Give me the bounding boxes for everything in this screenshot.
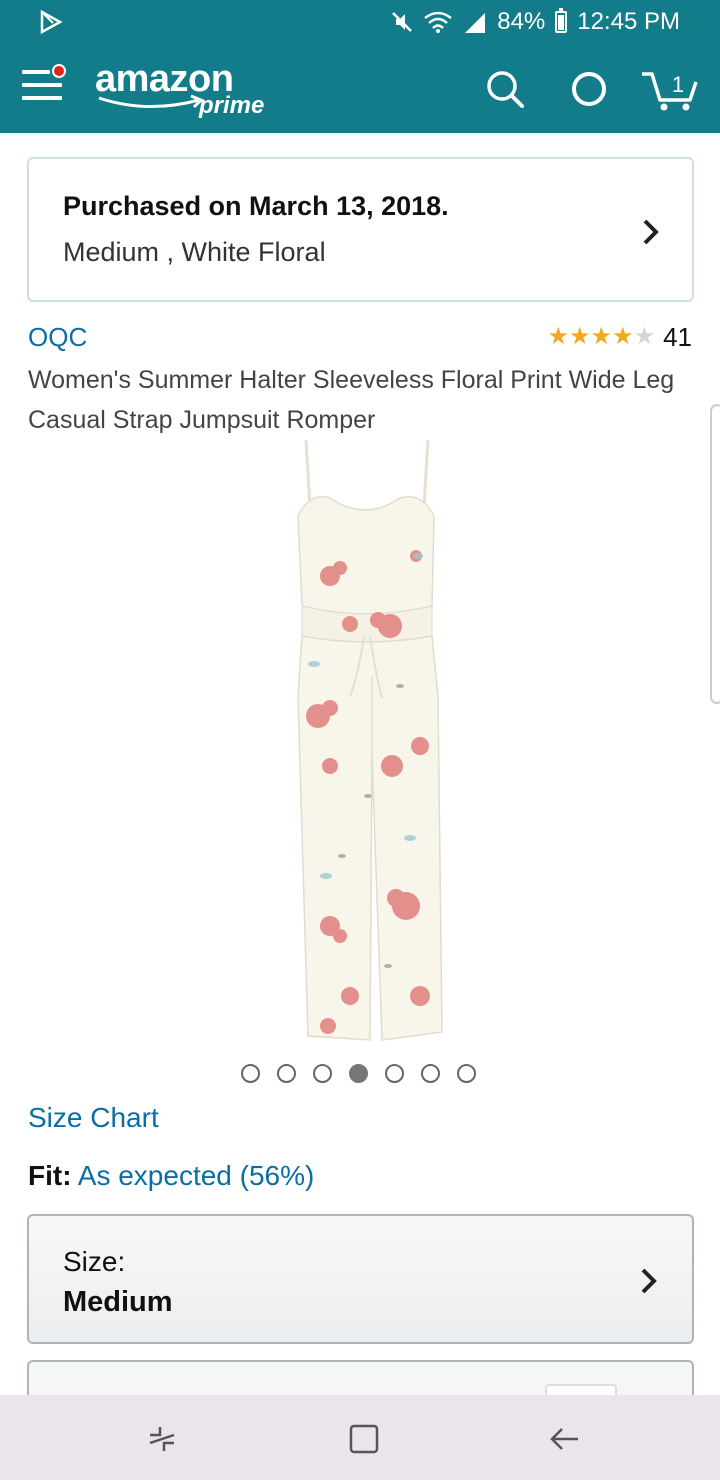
battery-icon [555, 8, 568, 33]
signal-icon [465, 13, 486, 33]
cart-icon[interactable]: 1 [638, 66, 702, 112]
clock: 12:45 PM [577, 8, 680, 35]
wifi-icon [424, 11, 452, 33]
carousel-dot[interactable] [313, 1064, 332, 1083]
back-icon[interactable] [544, 1419, 584, 1459]
cart-count: 1 [672, 72, 684, 97]
product-image[interactable] [270, 436, 460, 1048]
purchase-variant: Medium , White Floral [63, 237, 326, 267]
size-chart-link[interactable]: Size Chart [28, 1102, 159, 1134]
chevron-right-icon [643, 219, 659, 245]
rating[interactable]: ★ ★ ★ ★ ★ 41 [548, 322, 693, 352]
star-icon: ★ [612, 323, 634, 350]
size-selector[interactable]: Size: Medium [27, 1214, 694, 1344]
product-title: Women's Summer Halter Sleeveless Floral … [28, 366, 675, 434]
system-nav-bar [0, 1395, 720, 1480]
image-carousel-indicator[interactable] [241, 1064, 476, 1084]
carousel-dot[interactable] [277, 1064, 296, 1083]
carousel-dot[interactable] [385, 1064, 404, 1083]
brand-link[interactable]: OQC [28, 322, 87, 353]
search-icon[interactable] [482, 66, 528, 112]
home-icon[interactable] [344, 1419, 384, 1459]
scroll-handle[interactable] [710, 404, 720, 704]
star-rating: ★ ★ ★ ★ ★ [548, 325, 656, 349]
status-bar: 84% 12:45 PM [0, 0, 720, 44]
size-label: Size: [63, 1246, 126, 1277]
carousel-dot[interactable] [457, 1064, 476, 1083]
recent-apps-icon[interactable] [142, 1419, 182, 1459]
alexa-icon[interactable] [566, 66, 612, 112]
review-count: 41 [663, 321, 692, 352]
star-icon: ★ [547, 323, 570, 350]
carousel-dot-active[interactable] [349, 1064, 368, 1083]
purchase-history-card[interactable]: Purchased on March 13, 2018. Medium , Wh… [27, 157, 694, 302]
fit-info: Fit: As expected (56%) [28, 1160, 314, 1192]
carousel-dot[interactable] [241, 1064, 260, 1083]
battery-percent: 84% [497, 8, 546, 35]
amazon-prime-logo[interactable]: amazon prime [95, 58, 285, 122]
size-value: Medium [63, 1286, 173, 1318]
fit-value-link[interactable]: As expected (56%) [78, 1160, 315, 1191]
app-header: amazon prime 1 [0, 44, 720, 133]
smile-arrow-icon [98, 94, 204, 109]
notification-dot [52, 64, 66, 78]
purchase-date: Purchased on March 13, 2018. [63, 191, 449, 221]
mute-icon [392, 12, 413, 32]
chevron-right-icon [641, 1268, 657, 1294]
star-icon: ★ [590, 323, 613, 350]
logo-sub: prime [199, 92, 265, 119]
menu-icon[interactable] [22, 64, 66, 106]
carousel-dot[interactable] [421, 1064, 440, 1083]
star-icon: ★ [569, 323, 591, 350]
fit-label: Fit: [28, 1160, 72, 1191]
star-icon: ★ [633, 323, 656, 350]
play-store-notification-icon [40, 9, 63, 35]
